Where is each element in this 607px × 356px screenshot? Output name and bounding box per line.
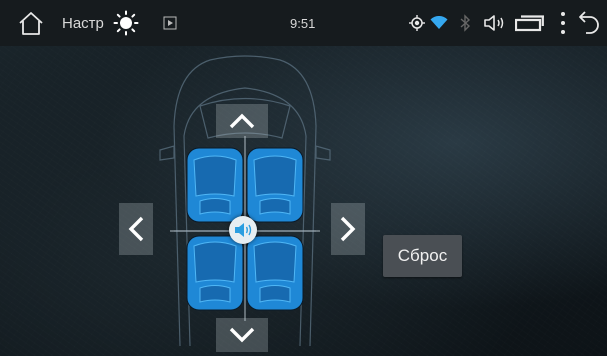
chevron-left-icon	[128, 216, 144, 242]
location-indicator	[409, 0, 425, 46]
media-button[interactable]	[163, 0, 177, 46]
home-icon	[19, 12, 43, 35]
location-icon	[409, 15, 425, 31]
menu-button[interactable]	[559, 0, 567, 46]
screen: Настр 9:51 Сброс	[0, 0, 607, 356]
menu-icon	[561, 12, 565, 34]
recent-apps-button[interactable]	[515, 0, 545, 46]
status-bar: Настр 9:51	[0, 0, 607, 46]
app-title: Настр	[62, 14, 104, 32]
fade-rear-button[interactable]	[216, 318, 268, 352]
back-button[interactable]	[577, 0, 601, 46]
play-icon	[163, 16, 177, 30]
bluetooth-icon	[460, 14, 471, 32]
seat-front-left	[186, 147, 244, 223]
balance-right-button[interactable]	[331, 203, 365, 255]
wifi-icon	[430, 16, 448, 29]
balance-left-button[interactable]	[119, 203, 153, 255]
sound-focus-handle[interactable]	[229, 216, 257, 244]
wifi-indicator	[430, 0, 448, 46]
clock: 9:51	[290, 15, 316, 31]
chevron-right-icon	[340, 216, 356, 242]
home-button[interactable]	[18, 0, 44, 46]
reset-button[interactable]: Сброс	[383, 235, 462, 277]
volume-button[interactable]	[483, 0, 507, 46]
brightness-button[interactable]	[113, 0, 139, 46]
sun-icon	[113, 10, 139, 36]
volume-icon	[484, 15, 504, 31]
fade-front-button[interactable]	[216, 104, 268, 138]
chevron-up-icon	[229, 113, 255, 129]
back-icon	[579, 11, 599, 34]
chevron-down-icon	[229, 327, 255, 343]
recent-apps-icon	[515, 15, 544, 32]
seat-rear-right	[246, 235, 304, 311]
seat-front-right	[246, 147, 304, 223]
car-diagram	[159, 55, 331, 347]
bluetooth-indicator	[459, 0, 471, 46]
speaker-icon	[235, 223, 252, 237]
seat-rear-left	[186, 235, 244, 311]
